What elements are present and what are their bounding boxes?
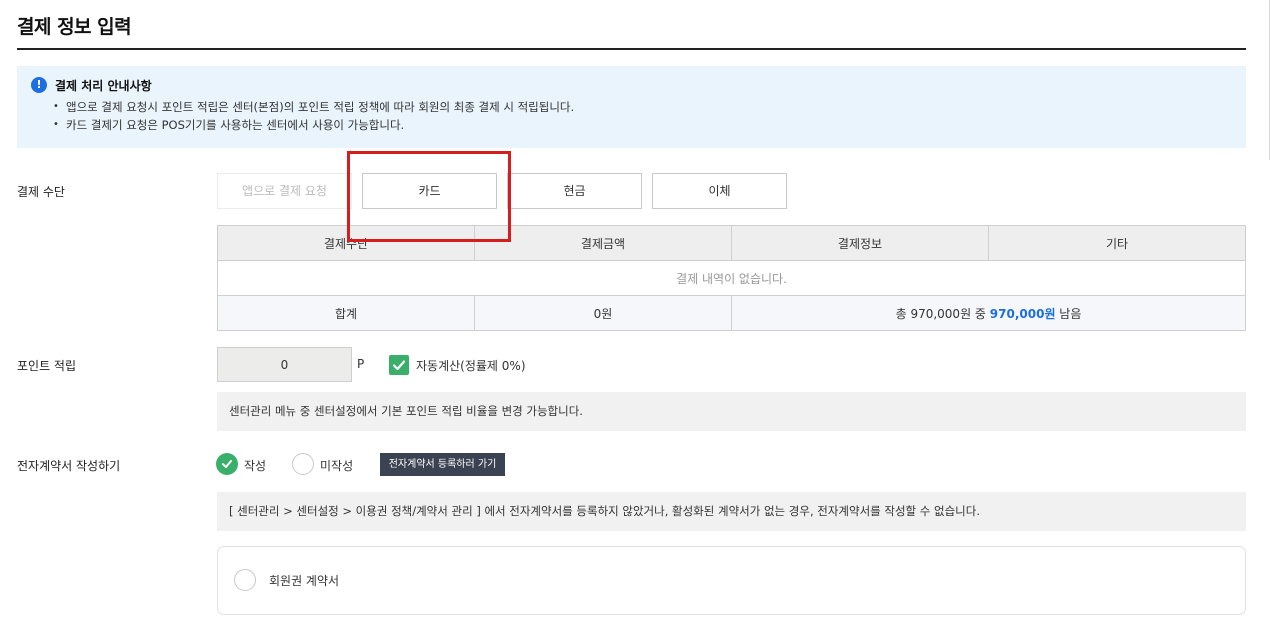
- notice-list: 앱으로 결제 요청시 포인트 적립은 센터(본점)의 포인트 적립 정책에 따라…: [31, 98, 1232, 134]
- contract-write-label: 작성: [244, 459, 267, 473]
- remaining-summary: 총 970,000원 중 970,000원 남음: [731, 295, 1246, 331]
- transfer-button[interactable]: 이체: [652, 173, 787, 209]
- points-unit: P: [357, 357, 365, 371]
- goto-contract-register-button[interactable]: 전자계약서 등록하러 가기: [380, 453, 505, 476]
- contract-card: 회원권 계약서: [217, 546, 1246, 615]
- notice-title: 결제 처리 안내사항: [55, 78, 152, 93]
- contract-info: [ 센터관리 > 센터설정 > 이용권 정책/계약서 관리 ] 에서 전자계약서…: [217, 492, 1246, 531]
- cash-button[interactable]: 현금: [507, 173, 642, 209]
- payment-info-page: 결제 정보 입력 ! 결제 처리 안내사항 앱으로 결제 요청시 포인트 적립은…: [0, 0, 1279, 642]
- auto-calc-label: 자동계산(정률제 0%): [416, 359, 526, 373]
- remaining-suffix: 남음: [1055, 306, 1082, 321]
- total-amount: 0원: [474, 295, 732, 331]
- membership-contract-label: 회원권 계약서: [269, 574, 340, 588]
- empty-message: 결제 내역이 없습니다.: [217, 260, 1246, 296]
- column-header: 결제수단: [217, 225, 475, 261]
- scrollbar[interactable]: [1269, 0, 1279, 160]
- membership-contract-radio[interactable]: [234, 569, 256, 591]
- notice-box: ! 결제 처리 안내사항 앱으로 결제 요청시 포인트 적립은 센터(본점)의 …: [17, 66, 1246, 148]
- column-header: 결제금액: [474, 225, 732, 261]
- table-header-row: 결제수단 결제금액 결제정보 기타: [217, 225, 1246, 261]
- contract-no-write-label: 미작성: [320, 459, 354, 473]
- payment-table: 결제수단 결제금액 결제정보 기타 결제 내역이 없습니다. 합계 0원 총 9…: [217, 225, 1246, 331]
- contract-label: 전자계약서 작성하기: [17, 459, 121, 473]
- table-row: 결제 내역이 없습니다.: [217, 260, 1246, 296]
- notice-item: 카드 결제기 요청은 POS기기를 사용하는 센터에서 사용이 가능합니다.: [53, 116, 1232, 134]
- payment-method-label: 결제 수단: [17, 185, 65, 199]
- remaining-amount: 970,000원: [989, 306, 1056, 321]
- total-row: 합계 0원 총 970,000원 중 970,000원 남음: [217, 295, 1246, 331]
- check-icon: [392, 360, 406, 371]
- points-input[interactable]: [217, 347, 352, 382]
- app-payment-request-button[interactable]: 앱으로 결제 요청: [217, 173, 352, 209]
- notice-item: 앱으로 결제 요청시 포인트 적립은 센터(본점)의 포인트 적립 정책에 따라…: [53, 98, 1232, 116]
- auto-calc-checkbox[interactable]: [389, 355, 409, 375]
- column-header: 결제정보: [731, 225, 989, 261]
- column-header: 기타: [988, 225, 1246, 261]
- page-title: 결제 정보 입력: [17, 16, 132, 38]
- notice-header: ! 결제 처리 안내사항: [31, 76, 1232, 94]
- check-icon: [222, 460, 232, 468]
- contract-no-write-radio[interactable]: [292, 453, 314, 475]
- points-info: 센터관리 메뉴 중 센터설정에서 기본 포인트 적립 비율을 변경 가능합니다.: [217, 392, 1246, 431]
- remaining-prefix: 총 970,000원 중: [895, 306, 990, 321]
- info-icon: !: [31, 77, 47, 93]
- card-button[interactable]: 카드: [362, 173, 497, 209]
- total-label: 합계: [217, 295, 475, 331]
- title-divider: [17, 48, 1246, 50]
- points-label: 포인트 적립: [17, 359, 77, 373]
- contract-write-radio[interactable]: [216, 453, 238, 475]
